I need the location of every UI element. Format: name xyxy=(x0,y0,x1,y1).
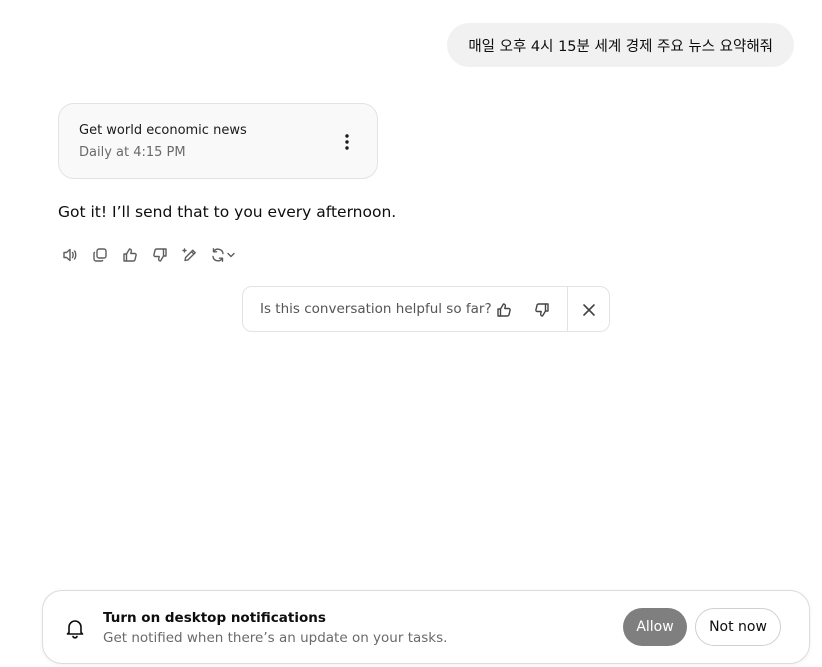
notification-subtitle: Get notified when there’s an update on y… xyxy=(103,630,448,646)
thumbs-down-icon[interactable] xyxy=(530,298,554,322)
allow-button[interactable]: Allow xyxy=(623,608,687,646)
pen-sparkle-icon[interactable] xyxy=(176,243,204,267)
speaker-icon[interactable] xyxy=(56,243,84,267)
user-message-text: 매일 오후 4시 15분 세계 경제 주요 뉴스 요약해줘 xyxy=(468,38,773,55)
thumbs-up-icon[interactable] xyxy=(116,243,144,267)
bell-icon xyxy=(63,616,87,640)
feedback-divider xyxy=(567,287,568,331)
task-schedule: Daily at 4:15 PM xyxy=(79,145,186,160)
notification-title: Turn on desktop notifications xyxy=(103,610,326,626)
message-action-row xyxy=(56,243,244,267)
close-icon[interactable] xyxy=(577,298,601,322)
task-title: Get world economic news xyxy=(79,123,247,138)
desktop-notifications-banner: Turn on desktop notifications Get notifi… xyxy=(42,590,810,664)
conversation-feedback-bar: Is this conversation helpful so far? xyxy=(242,286,610,332)
not-now-button[interactable]: Not now xyxy=(695,608,781,646)
feedback-question: Is this conversation helpful so far? xyxy=(260,301,492,317)
thumbs-up-icon[interactable] xyxy=(492,298,516,322)
assistant-message-text: Got it! I’ll send that to you every afte… xyxy=(58,203,397,221)
scheduled-task-card[interactable]: Get world economic news Daily at 4:15 PM xyxy=(58,103,378,179)
user-message-bubble: 매일 오후 4시 15분 세계 경제 주요 뉴스 요약해줘 xyxy=(447,23,794,67)
refresh-icon[interactable] xyxy=(206,243,242,267)
copy-icon[interactable] xyxy=(86,243,114,267)
thumbs-down-icon[interactable] xyxy=(146,243,174,267)
vertical-ellipsis-icon[interactable] xyxy=(335,130,359,154)
